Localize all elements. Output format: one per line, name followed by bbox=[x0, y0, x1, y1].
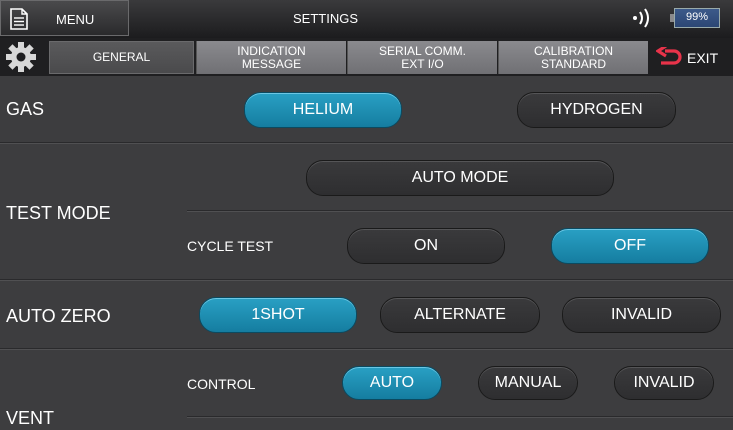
back-arrow-icon bbox=[654, 44, 682, 74]
auto-zero-invalid-button[interactable]: INVALID bbox=[562, 297, 721, 333]
vent-label: VENT bbox=[6, 408, 55, 428]
gas-label: GAS bbox=[6, 99, 45, 119]
button-label: ALTERNATE bbox=[414, 306, 506, 323]
tab-label-line1: SERIAL COMM. bbox=[379, 43, 466, 58]
document-icon bbox=[9, 8, 29, 35]
tab-serial-comm[interactable]: SERIAL COMM. EXT I/O bbox=[347, 41, 497, 74]
wireless-signal-icon bbox=[630, 7, 654, 34]
button-label: HYDROGEN bbox=[550, 101, 643, 118]
tab-label-line2: STANDARD bbox=[540, 56, 607, 71]
gas-helium-button[interactable]: HELIUM bbox=[244, 92, 402, 128]
tab-label-line2: MESSAGE bbox=[241, 56, 302, 71]
divider bbox=[0, 348, 733, 349]
button-label: INVALID bbox=[633, 374, 695, 391]
auto-zero-alternate-button[interactable]: ALTERNATE bbox=[380, 297, 540, 333]
vent-control-auto-button[interactable]: AUTO bbox=[342, 366, 442, 400]
cycle-test-label: CYCLE TEST bbox=[187, 238, 274, 254]
test-mode-label: TEST MODE bbox=[6, 203, 111, 223]
vent-control-manual-button[interactable]: MANUAL bbox=[478, 366, 578, 400]
divider bbox=[187, 210, 733, 211]
exit-button[interactable]: EXIT bbox=[654, 44, 733, 74]
vent-control-invalid-button[interactable]: INVALID bbox=[614, 366, 714, 400]
menu-button[interactable]: MENU bbox=[0, 0, 129, 36]
button-label: INVALID bbox=[610, 306, 673, 323]
control-label: CONTROL bbox=[187, 376, 256, 392]
auto-zero-label: AUTO ZERO bbox=[6, 306, 111, 326]
menu-label: MENU bbox=[56, 12, 95, 27]
cycle-test-off-button[interactable]: OFF bbox=[551, 228, 709, 264]
button-label: HELIUM bbox=[292, 101, 354, 118]
tab-label-line2: EXT I/O bbox=[401, 56, 444, 71]
tab-label-line1: INDICATION bbox=[237, 43, 306, 58]
button-label: ON bbox=[414, 237, 438, 254]
auto-zero-1shot-button[interactable]: 1SHOT bbox=[199, 297, 357, 333]
button-label: 1SHOT bbox=[251, 306, 305, 323]
gas-hydrogen-button[interactable]: HYDROGEN bbox=[517, 92, 676, 128]
button-label: AUTO MODE bbox=[411, 169, 509, 186]
cycle-test-on-button[interactable]: ON bbox=[347, 228, 505, 264]
button-label: OFF bbox=[614, 237, 646, 254]
tab-indication-message[interactable]: INDICATION MESSAGE bbox=[196, 41, 346, 74]
divider bbox=[0, 279, 733, 280]
button-label: MANUAL bbox=[494, 374, 562, 391]
gear-icon bbox=[3, 41, 39, 78]
top-bar: MENU SETTINGS 99% bbox=[0, 0, 733, 39]
page-title: SETTINGS bbox=[293, 11, 359, 26]
tab-bar: GENERAL INDICATION MESSAGE SERIAL COMM. … bbox=[0, 38, 733, 76]
tab-label: GENERAL bbox=[92, 50, 151, 64]
auto-mode-button[interactable]: AUTO MODE bbox=[306, 160, 614, 196]
tab-label-line1: CALIBRATION bbox=[533, 43, 614, 58]
tab-calibration[interactable]: CALIBRATION STANDARD bbox=[498, 41, 648, 74]
battery-indicator: 99% bbox=[670, 8, 720, 28]
divider bbox=[0, 142, 733, 143]
battery-percent: 99% bbox=[685, 11, 709, 23]
tab-general[interactable]: GENERAL bbox=[49, 41, 194, 74]
divider bbox=[187, 416, 733, 417]
button-label: AUTO bbox=[369, 374, 415, 391]
exit-label: EXIT bbox=[687, 50, 719, 66]
